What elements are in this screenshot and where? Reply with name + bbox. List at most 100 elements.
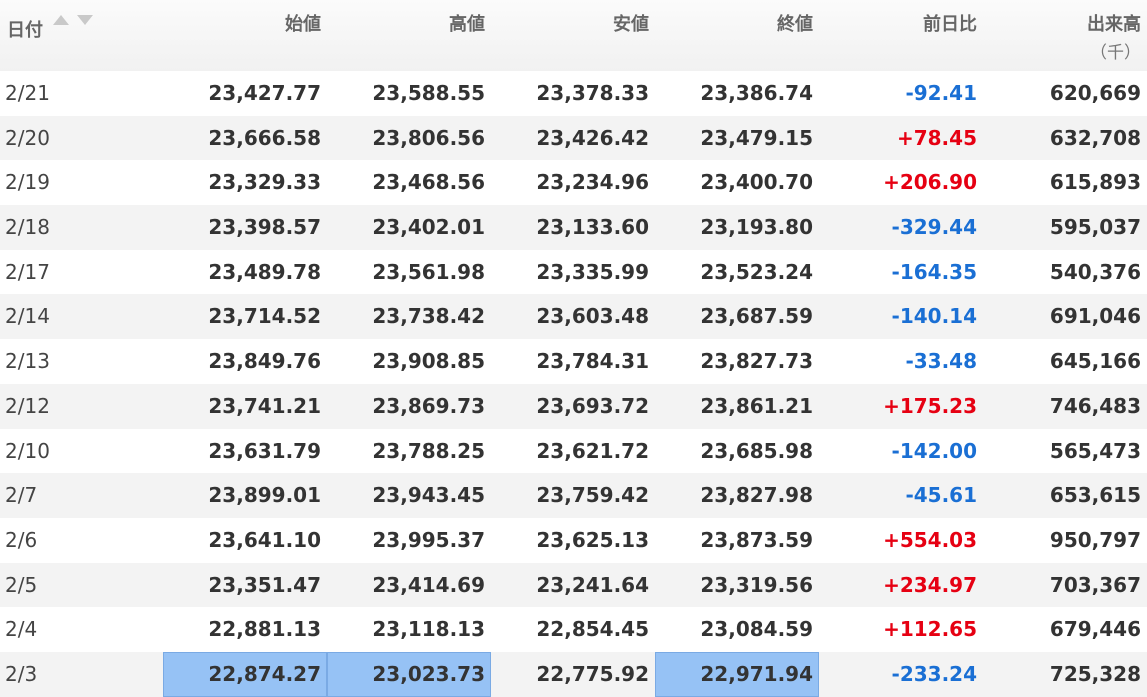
cell-change: -45.61 <box>905 483 977 508</box>
cell-change: -142.00 <box>891 438 977 463</box>
cell-low: 22,775.92 <box>536 661 649 686</box>
cell-high: 23,738.42 <box>372 304 485 329</box>
cell-low: 23,133.60 <box>536 215 649 240</box>
cell-date: 2/14 <box>5 304 50 329</box>
cell-volume: 653,615 <box>1049 483 1141 508</box>
cell-date: 2/4 <box>5 617 38 642</box>
cell-open: 23,427.77 <box>208 81 321 105</box>
cell-low: 23,759.42 <box>536 483 649 508</box>
column-header-volume-label: 出来高 <box>1087 14 1141 35</box>
cell-date: 2/10 <box>5 438 50 463</box>
table-row: 2/19 23,329.33 23,468.56 23,234.96 23,400.70… <box>0 160 1147 205</box>
cell-open: 23,329.33 <box>208 170 321 195</box>
cell-close: 23,873.59 <box>700 527 813 552</box>
table-header: 日付 始値 高値 安値 終値 前日比 出来高 （千） <box>0 0 1147 71</box>
cell-date: 2/12 <box>5 393 50 418</box>
cell-close: 23,084.59 <box>700 617 813 642</box>
cell-date: 2/13 <box>5 349 50 374</box>
cell-volume: 645,166 <box>1049 349 1141 374</box>
cell-high: 23,588.55 <box>372 81 485 105</box>
cell-change: +112.65 <box>883 617 977 642</box>
cell-open: 23,899.01 <box>208 483 321 508</box>
cell-high: 23,908.85 <box>372 349 485 374</box>
cell-close: 23,386.74 <box>700 81 813 105</box>
cell-volume: 540,376 <box>1049 259 1141 284</box>
cell-high: 23,869.73 <box>372 393 485 418</box>
sort-controls <box>53 15 93 25</box>
cell-open: 23,641.10 <box>208 527 321 552</box>
table-row: 2/10 23,631.79 23,788.25 23,621.72 23,685.98… <box>0 429 1147 474</box>
column-header-change: 前日比 <box>819 0 983 71</box>
cell-high: 23,788.25 <box>372 438 485 463</box>
sort-ascending-icon[interactable] <box>53 15 69 25</box>
cell-date: 2/21 <box>5 81 50 105</box>
cell-date: 2/3 <box>5 661 38 686</box>
cell-open: 23,351.47 <box>208 572 321 597</box>
column-header-open-label: 始値 <box>285 14 321 35</box>
column-header-change-label: 前日比 <box>923 14 977 35</box>
cell-high: 23,943.45 <box>372 483 485 508</box>
cell-open: 23,741.21 <box>208 393 321 418</box>
column-header-volume-unit: （千） <box>1090 43 1141 63</box>
column-header-close-label: 終値 <box>777 14 813 35</box>
table-row: 2/20 23,666.58 23,806.56 23,426.42 23,479.15… <box>0 115 1147 161</box>
cell-change: -33.48 <box>905 349 977 374</box>
cell-low: 23,335.99 <box>536 259 649 284</box>
cell-close: 23,523.24 <box>700 259 813 284</box>
column-header-high-label: 高値 <box>449 14 485 35</box>
cell-change: -140.14 <box>891 304 977 329</box>
sort-descending-icon[interactable] <box>77 15 93 25</box>
column-header-open: 始値 <box>163 0 327 71</box>
cell-volume: 615,893 <box>1049 170 1141 195</box>
column-header-close: 終値 <box>655 0 819 71</box>
cell-change: +234.97 <box>883 572 977 597</box>
cell-volume: 632,708 <box>1049 125 1141 150</box>
table-row: 2/13 23,849.76 23,908.85 23,784.31 23,827.73… <box>0 339 1147 384</box>
table-body: 2/21 23,427.77 23,588.55 23,378.33 23,386.74… <box>0 71 1147 697</box>
table-row: 2/5 23,351.47 23,414.69 23,241.64 23,319.56 +… <box>0 562 1147 608</box>
cell-close: 23,319.56 <box>700 572 813 597</box>
cell-low: 23,784.31 <box>536 349 649 374</box>
cell-volume: 565,473 <box>1049 438 1141 463</box>
cell-volume: 950,797 <box>1049 527 1141 552</box>
cell-close[interactable]: 22,971.94 <box>655 651 819 697</box>
cell-open: 23,631.79 <box>208 438 321 463</box>
table-row: 2/3 22,874.27 23,023.73 22,775.92 22,971.94 -… <box>0 651 1147 697</box>
column-header-low-label: 安値 <box>613 14 649 35</box>
cell-low: 23,234.96 <box>536 170 649 195</box>
cell-volume: 679,446 <box>1049 617 1141 642</box>
cell-close: 23,685.98 <box>700 438 813 463</box>
cell-volume: 703,367 <box>1049 572 1141 597</box>
table-row: 2/18 23,398.57 23,402.01 23,133.60 23,193.80… <box>0 205 1147 250</box>
cell-high: 23,806.56 <box>372 125 485 150</box>
cell-volume: 595,037 <box>1049 215 1141 240</box>
cell-date: 2/19 <box>5 170 50 195</box>
cell-close: 23,827.98 <box>700 483 813 508</box>
cell-open: 23,666.58 <box>208 125 321 150</box>
table-row: 2/6 23,641.10 23,995.37 23,625.13 23,873.59 +… <box>0 518 1147 563</box>
cell-close: 23,687.59 <box>700 304 813 329</box>
column-header-high: 高値 <box>327 0 491 71</box>
cell-open[interactable]: 22,874.27 <box>163 651 327 697</box>
cell-volume: 691,046 <box>1049 304 1141 329</box>
table-row: 2/14 23,714.52 23,738.42 23,603.48 23,687.59… <box>0 294 1147 340</box>
column-header-date-label: 日付 <box>7 20 43 41</box>
cell-change: -164.35 <box>891 259 977 284</box>
cell-volume: 746,483 <box>1049 393 1141 418</box>
cell-date: 2/20 <box>5 125 50 150</box>
cell-high[interactable]: 23,023.73 <box>327 651 491 697</box>
cell-high: 23,995.37 <box>372 527 485 552</box>
cell-volume: 725,328 <box>1049 661 1141 686</box>
cell-high: 23,118.13 <box>372 617 485 642</box>
cell-low: 23,603.48 <box>536 304 649 329</box>
table-row: 2/4 22,881.13 23,118.13 22,854.45 23,084.59 +… <box>0 607 1147 652</box>
cell-change: +175.23 <box>883 393 977 418</box>
cell-close: 23,827.73 <box>700 349 813 374</box>
cell-low: 23,625.13 <box>536 527 649 552</box>
cell-open: 23,849.76 <box>208 349 321 374</box>
column-header-low: 安値 <box>491 0 655 71</box>
table-row: 2/17 23,489.78 23,561.98 23,335.99 23,523.24… <box>0 250 1147 295</box>
cell-low: 23,241.64 <box>536 572 649 597</box>
column-header-date[interactable]: 日付 <box>0 0 163 71</box>
cell-close: 23,861.21 <box>700 393 813 418</box>
